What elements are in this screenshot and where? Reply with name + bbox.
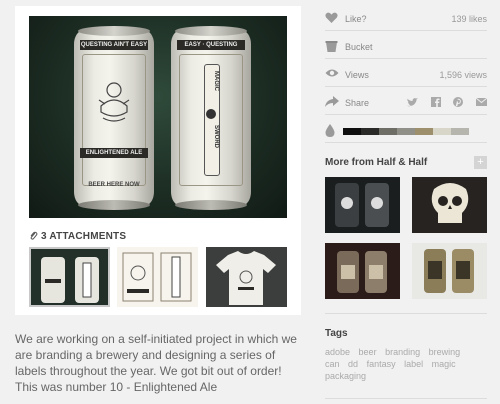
sword-illustration: MAGIC SWORD (204, 64, 220, 176)
bucket-row[interactable]: Bucket (325, 36, 487, 59)
attachments-heading: 3 ATTACHMENTS (29, 231, 126, 244)
palette-row (325, 120, 487, 143)
om-symbol-icon (206, 109, 216, 119)
enlightened-ale-can: QUESTING AIN'T EASY ENLIGHTENED ALE BEER… (74, 26, 154, 210)
pinterest-icon[interactable] (453, 97, 464, 109)
can-top-band: EASY · QUESTING (177, 40, 245, 50)
tag-link[interactable]: label (404, 359, 423, 369)
main-shot-image[interactable]: QUESTING AIN'T EASY ENLIGHTENED ALE BEER… (29, 16, 287, 218)
tag-link[interactable]: beer (359, 347, 377, 357)
paperclip-icon (29, 231, 38, 244)
sword-bottom-text: SWORD (213, 125, 219, 148)
tag-link[interactable]: packaging (325, 371, 366, 381)
more-shot-dark-cans[interactable] (325, 243, 400, 299)
more-shot-skull-cans[interactable] (325, 177, 400, 233)
share-label: Share (345, 98, 370, 108)
more-from-heading[interactable]: More from Half & Half (325, 157, 427, 168)
email-icon[interactable] (475, 97, 488, 108)
can-top-band: QUESTING AIN'T EASY (80, 40, 148, 50)
can-bottom-text: BEER HERE NOW (88, 182, 140, 188)
drop-icon (325, 124, 335, 139)
bucket-label[interactable]: Bucket (345, 42, 373, 52)
tag-link[interactable]: brewing (429, 347, 461, 357)
tags-heading: Tags (325, 328, 348, 339)
more-shot-skull-pattern[interactable] (412, 177, 487, 233)
tag-link[interactable]: branding (385, 347, 420, 357)
views-row: Views 1,596 views (325, 64, 487, 87)
follow-plus-button[interactable]: + (474, 156, 487, 169)
tags-list: adobe beer branding brewing can dd fanta… (325, 346, 487, 382)
palette-swatch[interactable] (343, 128, 361, 135)
bucket-icon (325, 40, 338, 55)
more-shot-gold-cans[interactable] (412, 243, 487, 299)
can-label-band: ENLIGHTENED ALE (80, 148, 148, 158)
attachment-thumb-tshirt[interactable] (206, 247, 287, 307)
like-label[interactable]: Like? (345, 14, 367, 24)
attachment-thumb-cans[interactable] (29, 247, 110, 307)
palette-swatch[interactable] (415, 128, 433, 135)
share-arrow-icon (325, 96, 339, 109)
tag-link[interactable]: adobe (325, 347, 350, 357)
shot-card: QUESTING AIN'T EASY ENLIGHTENED ALE BEER… (15, 6, 301, 315)
shot-description: We are working on a self-initiated proje… (15, 332, 297, 394)
color-palette (343, 127, 469, 135)
magic-sword-can: EASY · QUESTING MAGIC SWORD (171, 26, 251, 210)
palette-swatch[interactable] (361, 128, 379, 135)
palette-swatch[interactable] (433, 128, 451, 135)
likes-count[interactable]: 139 likes (451, 14, 487, 24)
tag-link[interactable]: magic (432, 359, 456, 369)
heart-icon (325, 12, 338, 26)
tag-link[interactable]: dd (348, 359, 358, 369)
like-row[interactable]: Like? 139 likes (325, 8, 487, 31)
palette-swatch[interactable] (451, 128, 469, 135)
views-label: Views (345, 70, 369, 80)
meditating-figure-illustration (98, 82, 130, 122)
twitter-icon[interactable] (407, 97, 419, 109)
facebook-icon[interactable] (430, 97, 441, 109)
attachments-label: 3 ATTACHMENTS (41, 231, 127, 242)
palette-swatch[interactable] (379, 128, 397, 135)
tag-link[interactable]: can (325, 359, 340, 369)
palette-swatch[interactable] (397, 128, 415, 135)
share-icons (397, 97, 488, 109)
eye-icon (325, 68, 339, 80)
views-count: 1,596 views (439, 70, 487, 80)
attachment-thumb-flat-labels[interactable] (117, 247, 198, 307)
section-divider (325, 313, 487, 314)
share-row: Share (325, 92, 488, 115)
sword-top-text: MAGIC (213, 71, 219, 91)
tag-link[interactable]: fantasy (367, 359, 396, 369)
section-divider (325, 398, 487, 399)
